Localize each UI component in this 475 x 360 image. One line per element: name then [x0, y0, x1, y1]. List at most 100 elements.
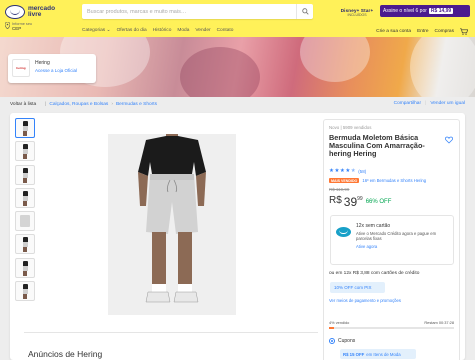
main-product-image[interactable] [108, 134, 236, 315]
subscription-badge[interactable]: Assine o nível 6 por R$ 14,99 [380, 5, 470, 17]
product-title: Bermuda Moletom Básica Masculina Com Ama… [329, 133, 425, 158]
time-remaining: Restam 00:37:28 [424, 320, 454, 325]
share-link[interactable]: Compartilhar [394, 101, 421, 106]
product-card: Anúncios de Hering Novo | 5909 vendidos … [10, 113, 465, 360]
banner-fold [410, 37, 475, 97]
subscription-price: R$ 14,99 [428, 8, 454, 14]
thumbnail-image [22, 167, 29, 183]
coupon-radio-icon [329, 338, 335, 344]
cart-icon[interactable] [460, 28, 468, 35]
banner-fold [300, 37, 370, 82]
thumbnail-image [20, 215, 30, 228]
nav-historico[interactable]: Histórico [153, 28, 172, 33]
cep-selector[interactable]: Informe seu CEP [5, 22, 50, 34]
store-logo: hering [12, 59, 30, 77]
payment-methods-link[interactable]: Ver meios de pagamento e promoções [329, 298, 401, 303]
credit-description: Ative o Mercado Crédito agora e pague em… [356, 231, 437, 241]
thumbnail-image [22, 283, 29, 300]
coupons-label: Cupons [338, 338, 356, 344]
mercado-credito-box: 12x sem cartão Ative o Mercado Crédito a… [330, 215, 454, 265]
main-nav: Categorias ⌄ Ofertas do dia Histórico Mo… [82, 28, 233, 33]
activate-credit-link[interactable]: Ative agora [356, 244, 377, 249]
half-star-icon: ★ [350, 168, 356, 174]
rating-count: (58) [358, 168, 367, 174]
thumbnail-side-view[interactable] [15, 164, 35, 185]
thumbnail-flat-front[interactable] [15, 211, 35, 232]
price-currency: R$ [329, 195, 342, 206]
logo-text: mercado livre [28, 4, 56, 18]
original-price: R$ 119,99 [329, 187, 350, 192]
location-pin-icon [5, 22, 10, 29]
content-divider [24, 332, 318, 333]
purchases-link[interactable]: Compras [435, 29, 454, 34]
promo-bottom-label: INCLUÍDOS [347, 12, 367, 17]
star-icon: ★ [345, 168, 351, 174]
thumbnail-gallery [15, 118, 37, 304]
thumbnail-image [22, 236, 29, 253]
coupon-text: em Itens de Moda [366, 351, 401, 357]
breadcrumb-separator: › [111, 101, 113, 107]
sell-same-link[interactable]: Vender um igual [430, 101, 465, 106]
coupons-row[interactable]: Cupons [329, 338, 355, 344]
top-header: mercado livre Disney+ Star+ INCLUÍDOS As… [0, 0, 475, 37]
sold-progress-fill [329, 327, 334, 329]
best-seller-row: MAIS VENDIDO 16º em Bermudas e Shorts He… [329, 178, 426, 183]
search-input[interactable] [87, 6, 287, 17]
installments-info: ou em 12x R$ 3,88 com cartões de crédito [329, 271, 420, 276]
store-name: Hering [35, 60, 50, 66]
sold-progress-bar [329, 327, 454, 329]
breadcrumb-actions: Compartilhar | Vender um igual [394, 101, 465, 106]
breadcrumb-separator: | [45, 101, 47, 107]
thumbnail-image [22, 143, 29, 160]
handshake-icon [5, 5, 25, 19]
thumbnail-image [22, 190, 29, 206]
sold-percentage: 4% vendido [329, 320, 350, 325]
thumbnail-back-view[interactable] [15, 187, 35, 208]
rating-stars[interactable]: ★ ★ ★ ★ ★ (58) [329, 168, 366, 174]
login-link[interactable]: Entre [417, 29, 428, 34]
disney-star-promo[interactable]: Disney+ Star+ INCLUÍDOS [340, 4, 374, 20]
search-button[interactable] [296, 4, 313, 19]
thumbnail-flat-back[interactable] [15, 281, 35, 302]
pix-discount-badge: 10% OFF com PIX [330, 282, 385, 293]
nav-vender[interactable]: Vender [195, 28, 210, 33]
coupon-pill[interactable]: R$ 15 OFF em Itens de Moda [340, 349, 416, 359]
nav-moda[interactable]: Moda [177, 28, 189, 33]
official-store-link[interactable]: Acesse a Loja Oficial [35, 68, 77, 73]
thumbnail-image [22, 260, 29, 276]
thumbnail-front-full[interactable] [15, 141, 35, 162]
current-price: R$ 39 99 66% OFF [329, 195, 391, 209]
banner-fold [180, 47, 260, 97]
star-icon: ★ [329, 168, 334, 174]
breadcrumb: Voltar à lista | Calçados, Roupas e Bols… [10, 97, 465, 111]
official-store-card[interactable]: hering Hering Acesse a Loja Oficial [8, 54, 96, 83]
thumbnail-image [22, 120, 29, 136]
category-rank-link[interactable]: 16º em Bermudas e Shorts Hering [362, 178, 426, 183]
thumbnail-detail-1[interactable] [15, 234, 35, 255]
mercado-credito-icon [336, 227, 351, 237]
price-cents: 99 [357, 196, 363, 202]
back-to-list-link[interactable]: Voltar à lista [10, 102, 36, 107]
account-links: Crie a sua conta Entre Compras [376, 28, 468, 35]
action-separator: | [425, 101, 427, 106]
coupon-amount: R$ 15 OFF [343, 351, 365, 357]
best-seller-badge: MAIS VENDIDO [329, 178, 360, 183]
nav-ofertas[interactable]: Ofertas do dia [117, 28, 147, 33]
nav-categorias[interactable]: Categorias ⌄ [82, 28, 111, 33]
thumbnail-detail-2[interactable] [15, 257, 35, 278]
credit-title: 12x sem cartão [356, 223, 391, 229]
nav-contato[interactable]: Contato [217, 28, 234, 33]
breadcrumb-subcategory[interactable]: Bermudas e Shorts [116, 102, 157, 107]
search-box [82, 4, 313, 19]
thumbnail-front-view[interactable] [15, 118, 35, 138]
star-icon: ★ [334, 168, 340, 174]
star-icon: ★ [339, 168, 345, 174]
create-account-link[interactable]: Crie a sua conta [376, 29, 411, 34]
brand-ads-heading: Anúncios de Hering [28, 349, 103, 359]
condition-sold-count: Novo | 5909 vendidos [329, 125, 372, 130]
model-photo [108, 134, 236, 315]
cep-value: CEP [12, 26, 22, 31]
breadcrumb-category[interactable]: Calçados, Roupas e Bolsas [49, 102, 108, 107]
subscription-text: Assine o nível 6 por [383, 8, 427, 14]
mercado-livre-logo[interactable]: mercado livre [5, 4, 63, 20]
